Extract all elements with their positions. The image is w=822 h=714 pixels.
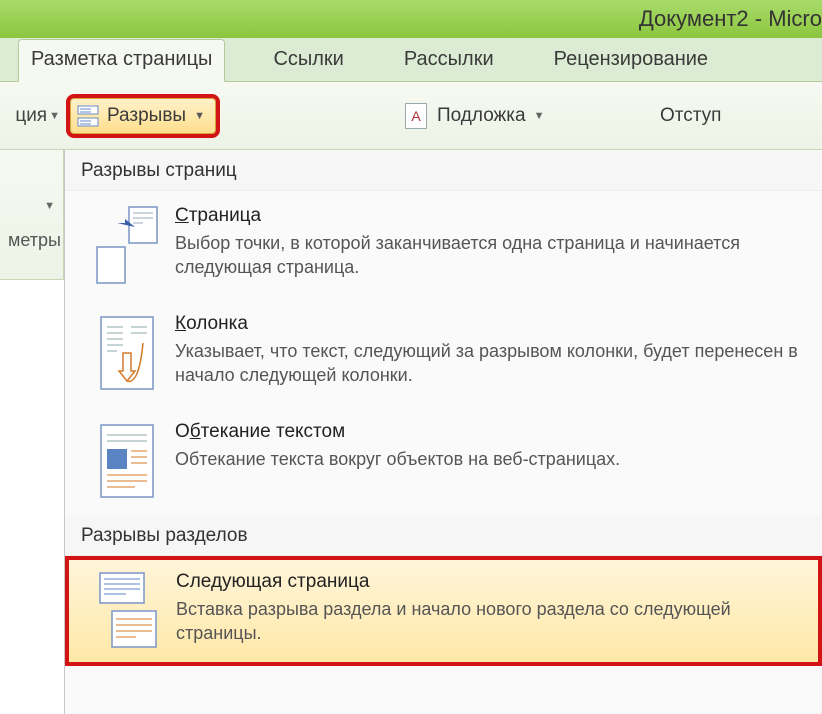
watermark-button[interactable]: A Подложка ▼ (405, 98, 544, 134)
menu-item-text-wrapping[interactable]: Обтекание текстом Обтекание текста вокру… (65, 407, 822, 515)
menu-item-title: Следующая страница (176, 571, 803, 593)
page-setup-fragment: метры (8, 230, 63, 251)
tab-mailings[interactable]: Рассылки (392, 40, 506, 81)
menu-item-desc: Указывает, что текст, следующий за разры… (175, 339, 804, 388)
title-bar: Документ2 - Micro (0, 0, 822, 38)
menu-item-next-page[interactable]: Следующая страница Вставка разрыва разде… (65, 556, 822, 666)
tab-references[interactable]: Ссылки (261, 40, 355, 81)
ribbon-tabs: Разметка страницы Ссылки Рассылки Реценз… (0, 38, 822, 82)
ribbon-left-continuation: ▼ метры (0, 150, 64, 280)
menu-item-title: Обтекание текстом (175, 421, 804, 443)
menu-item-column[interactable]: Колонка Указывает, что текст, следующий … (65, 299, 822, 407)
section-header-page-breaks: Разрывы страниц (65, 150, 822, 191)
breaks-icon (77, 105, 99, 127)
menu-item-title: Страница (175, 205, 804, 227)
menu-item-desc: Вставка разрыва раздела и начало нового … (176, 597, 803, 646)
ribbon: ция ▼ Разрывы ▼ A Подложка ▼ Отступ (0, 82, 822, 150)
column-break-icon (87, 313, 167, 393)
menu-item-desc: Выбор точки, в которой заканчивается одн… (175, 231, 804, 280)
breaks-label: Разрывы (107, 105, 186, 127)
orientation-button-fragment[interactable]: ция ▼ (0, 105, 64, 127)
page-break-icon (87, 205, 167, 285)
watermark-label: Подложка (437, 105, 526, 127)
watermark-icon: A (405, 103, 427, 129)
chevron-down-icon: ▼ (194, 110, 205, 122)
menu-item-title: Колонка (175, 313, 804, 335)
text-wrap-icon (87, 421, 167, 501)
next-page-section-icon (88, 571, 168, 651)
chevron-down-icon: ▼ (44, 200, 55, 212)
chevron-down-icon: ▼ (534, 110, 545, 122)
tab-page-layout[interactable]: Разметка страницы (18, 39, 225, 82)
window-title: Документ2 - Micro (639, 6, 822, 32)
indent-label: Отступ (660, 105, 721, 127)
menu-item-desc: Обтекание текста вокруг объектов на веб-… (175, 447, 804, 471)
menu-item-page[interactable]: Страница Выбор точки, в которой заканчив… (65, 191, 822, 299)
breaks-dropdown: Разрывы страниц Страница Выбор точки, в … (64, 150, 822, 714)
breaks-button[interactable]: Разрывы ▼ (70, 98, 216, 134)
tab-review[interactable]: Рецензирование (542, 40, 720, 81)
chevron-down-icon: ▼ (49, 110, 60, 122)
section-header-section-breaks: Разрывы разделов (65, 515, 822, 556)
